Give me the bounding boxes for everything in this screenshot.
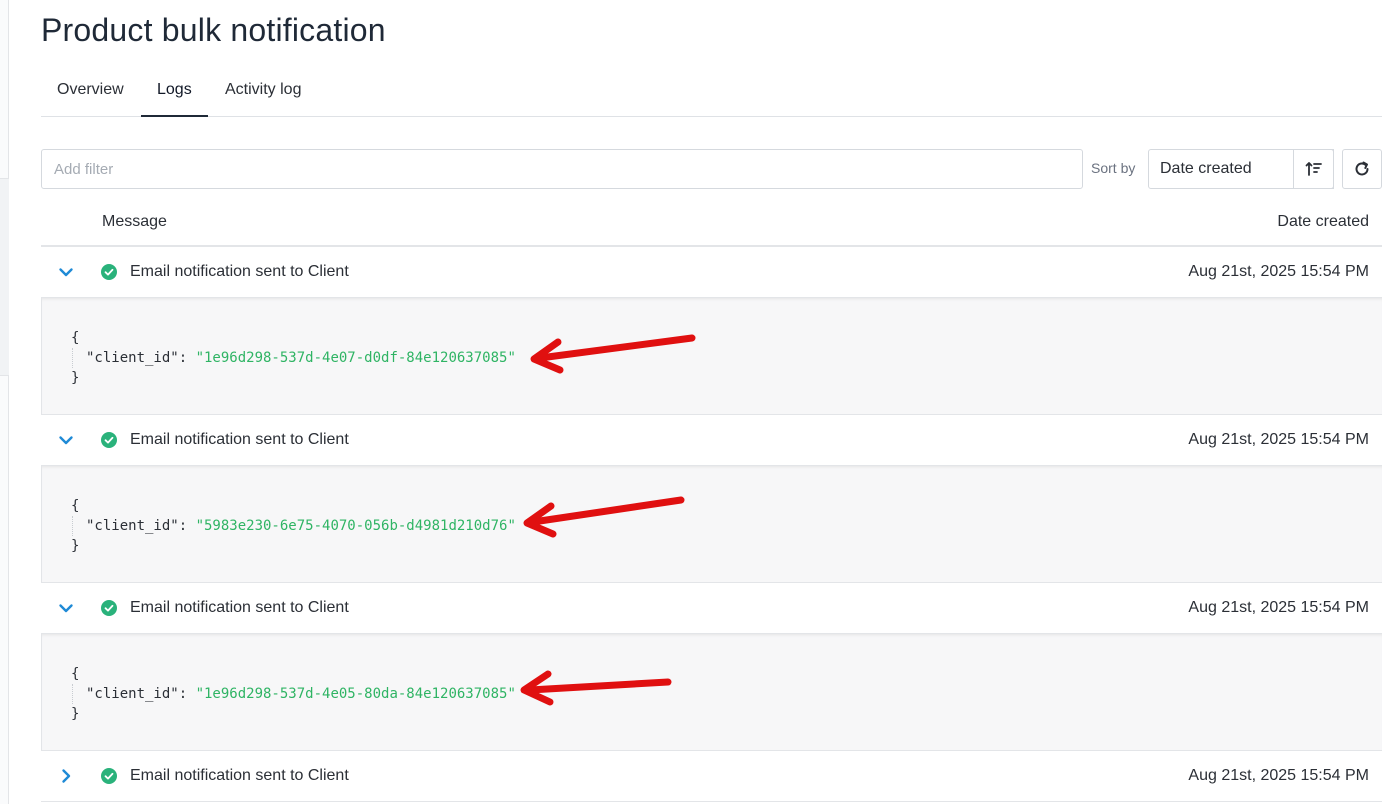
json-close-brace: }	[71, 538, 80, 554]
json-close-brace: }	[71, 370, 80, 386]
refresh-icon	[1355, 161, 1369, 176]
sort-select-value: Date created	[1160, 160, 1252, 177]
chevron-down-icon[interactable]	[57, 263, 75, 281]
chevron-right-icon[interactable]	[57, 767, 75, 785]
log-date: Aug 21st, 2025 15:54 PM	[1188, 431, 1369, 448]
tab-activity-log[interactable]: Activity log	[209, 70, 317, 117]
log-message: Email notification sent to Client	[130, 599, 349, 616]
check-circle-icon	[101, 264, 117, 280]
json-line: "client_id": "1e96d298-537d-4e05-80da-84…	[72, 684, 516, 704]
log-detail: { "client_id": "1e96d298-537d-4e07-d0df-…	[41, 298, 1382, 415]
sort-by-label: Sort by	[1091, 160, 1136, 176]
check-circle-icon	[101, 600, 117, 616]
table-row[interactable]: Email notification sent to Client Aug 21…	[41, 415, 1382, 466]
json-value: "1e96d298-537d-4e07-d0df-84e120637085"	[195, 350, 516, 366]
json-open-brace: {	[71, 666, 80, 682]
json-separator: :	[178, 686, 196, 702]
chevron-down-icon[interactable]	[57, 431, 75, 449]
table-row[interactable]: Email notification sent to Client Aug 21…	[41, 247, 1382, 298]
json-open-brace: {	[71, 498, 80, 514]
table-row[interactable]: Email notification sent to Client Aug 21…	[41, 751, 1382, 802]
table-header: Message Date created	[41, 198, 1382, 247]
log-detail: { "client_id": "5983e230-6e75-4070-056b-…	[41, 466, 1382, 583]
json-open-brace: {	[71, 330, 80, 346]
refresh-button[interactable]	[1342, 149, 1382, 189]
column-header-message[interactable]: Message	[102, 213, 167, 231]
logs-table: Message Date created Email notification …	[41, 198, 1382, 802]
table-row[interactable]: Email notification sent to Client Aug 21…	[41, 583, 1382, 634]
json-close-brace: }	[71, 706, 80, 722]
annotation-arrow-icon	[520, 670, 672, 706]
json-key: "client_id"	[86, 686, 179, 702]
annotation-arrow-icon	[523, 496, 685, 538]
tab-overview[interactable]: Overview	[41, 70, 140, 117]
json-separator: :	[178, 518, 196, 534]
sort-ascending-icon	[1305, 162, 1322, 176]
json-separator: :	[178, 350, 196, 366]
json-payload: { "client_id": "1e96d298-537d-4e05-80da-…	[71, 664, 516, 724]
json-line: "client_id": "5983e230-6e75-4070-056b-d4…	[72, 516, 516, 536]
json-payload: { "client_id": "1e96d298-537d-4e07-d0df-…	[71, 328, 516, 388]
sort-direction-button[interactable]	[1293, 149, 1334, 189]
json-value: "1e96d298-537d-4e05-80da-84e120637085"	[195, 686, 516, 702]
log-date: Aug 21st, 2025 15:54 PM	[1188, 599, 1369, 616]
main-content: Product bulk notification Overview Logs …	[41, 0, 1383, 804]
check-circle-icon	[101, 432, 117, 448]
tab-bar: Overview Logs Activity log	[41, 70, 1382, 117]
check-circle-icon	[101, 768, 117, 784]
json-payload: { "client_id": "5983e230-6e75-4070-056b-…	[71, 496, 516, 556]
json-key: "client_id"	[86, 518, 179, 534]
log-message: Email notification sent to Client	[130, 431, 349, 448]
chevron-down-icon[interactable]	[57, 599, 75, 617]
log-message: Email notification sent to Client	[130, 263, 349, 280]
log-date: Aug 21st, 2025 15:54 PM	[1188, 767, 1369, 784]
annotation-arrow-icon	[530, 334, 696, 374]
log-date: Aug 21st, 2025 15:54 PM	[1188, 263, 1369, 280]
column-header-date-created[interactable]: Date created	[1277, 213, 1369, 231]
log-message: Email notification sent to Client	[130, 767, 349, 784]
json-line: "client_id": "1e96d298-537d-4e07-d0df-84…	[72, 348, 516, 368]
page-title: Product bulk notification	[41, 12, 386, 48]
left-rail	[0, 0, 9, 804]
tab-logs[interactable]: Logs	[141, 70, 208, 117]
filter-input[interactable]	[41, 149, 1083, 189]
log-detail: { "client_id": "1e96d298-537d-4e05-80da-…	[41, 634, 1382, 751]
left-rail-notch	[0, 178, 9, 376]
json-key: "client_id"	[86, 350, 179, 366]
json-value: "5983e230-6e75-4070-056b-d4981d210d76"	[195, 518, 516, 534]
